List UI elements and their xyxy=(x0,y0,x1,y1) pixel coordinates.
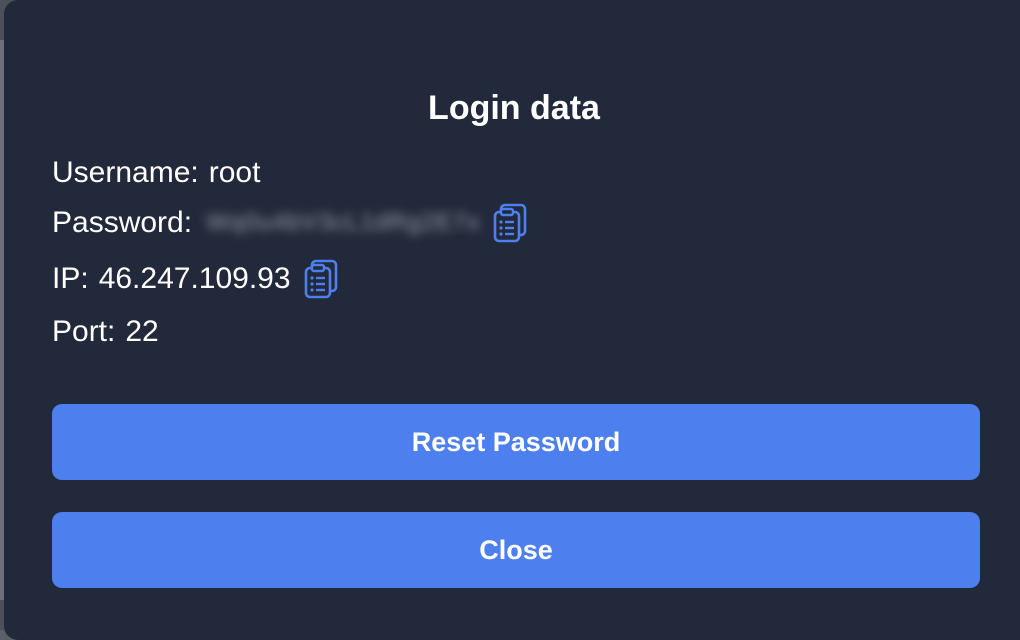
close-button[interactable]: Close xyxy=(52,512,980,588)
copy-ip-clipboard-icon[interactable] xyxy=(303,258,341,300)
port-label: Port: xyxy=(52,315,116,348)
password-value-blurred: Wq0u4bV3cL1dRg2E7x xyxy=(206,209,481,236)
ip-label: IP: xyxy=(52,262,89,295)
port-row: Port: 22 xyxy=(52,313,159,351)
dialog-title: Login data xyxy=(428,89,600,127)
ip-row: IP: 46.247.109.93 xyxy=(52,258,341,300)
username-row: Username: root xyxy=(52,154,260,192)
port-value: 22 xyxy=(125,315,159,348)
username-label: Username: xyxy=(52,156,199,189)
username-value: root xyxy=(208,156,261,189)
reset-password-button[interactable]: Reset Password xyxy=(52,404,980,480)
copy-password-clipboard-icon[interactable] xyxy=(492,202,530,244)
login-data-dialog: Login data Username: root Password: Wq0u… xyxy=(4,0,1020,640)
ip-value: 46.247.109.93 xyxy=(98,262,291,295)
password-label: Password: xyxy=(52,206,193,239)
password-row: Password: Wq0u4bV3cL1dRg2E7x xyxy=(52,202,530,244)
